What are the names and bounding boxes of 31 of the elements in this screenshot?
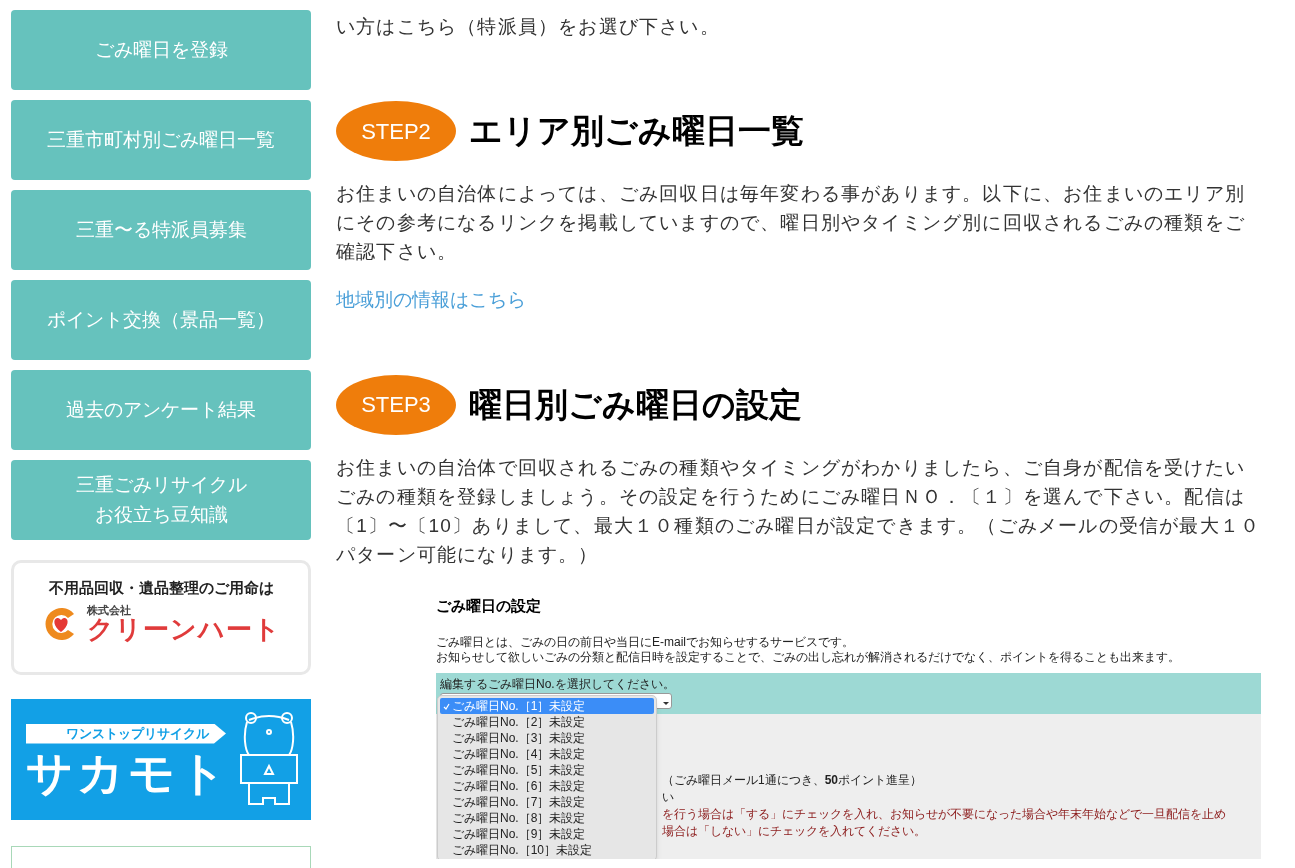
banner[interactable]: 不用品回収・遺品整理のご用命は 株式会社 クリーンハート	[11, 560, 311, 675]
form-text: を行う場合は「する」にチェックを入れ、お知らせが不要になった場合や年末年始などで一旦配信を止め	[662, 806, 1226, 823]
dropdown-option[interactable]: ごみ曜日No.［10］未設定	[440, 841, 654, 858]
step-badge: STEP2	[336, 101, 456, 161]
dropdown-option[interactable]: ごみ曜日No.［9］未設定	[440, 825, 654, 842]
dropdown-option[interactable]: ごみ曜日No.［7］未設定	[440, 793, 654, 810]
dropdown-option[interactable]: ごみ曜日No.［2］未設定	[440, 713, 654, 730]
select-label: 編集するごみ曜日No.を選択してください。	[440, 677, 675, 691]
section-heading: 曜日別ごみ曜日の設定	[469, 384, 802, 425]
dropdown-option[interactable]: ごみ曜日No.［3］未設定	[440, 729, 654, 746]
description-line: ごみ曜日とは、ごみの日の前日や当日にE-mailでお知らせするサービスです。	[436, 635, 854, 650]
paragraph: お住まいの自治体で回収されるごみの種類やタイミングがわかりましたら、ご自身が配信を受けたいごみの種類を登録しましょう。その設定を行うためにごみ曜日ＮＯ．〔１〕を選んで下さい。配信は〔1〕〜〔10〕ありまして、最大１０種類のごみ曜日が設定できます。（ごみメールの受信が最大１０パターン可能になります。）	[336, 455, 1261, 567]
description-line: お知らせして欲しいごみの分類と配信日時を設定することで、ごみの出し忘れが解消されるだけでなく、ポイントを得ることも出来ます。	[436, 650, 1180, 665]
banner-tagline: ワンストップリサイクル	[26, 723, 226, 744]
screenshot-title: ごみ曜日の設定	[436, 595, 542, 616]
company-type: 株式会社	[87, 605, 132, 616]
banner-caption: 不用品回収・遺品整理のご用命は	[48, 578, 274, 598]
form-text: い	[662, 789, 674, 806]
dropdown-option[interactable]: ごみ曜日No.［8］未設定	[440, 809, 654, 826]
section-heading: エリア別ごみ曜日一覧	[469, 111, 804, 152]
dropdown-option[interactable]: ごみ曜日No.［6］未設定	[440, 777, 654, 794]
form-text: 場合は「しない」にチェックを入れてください。	[662, 823, 926, 840]
dropdown-option[interactable]: ごみ曜日No.［5］未設定	[440, 761, 654, 778]
company-name: クリーンハート	[87, 616, 281, 642]
paragraph: い方はこちら（特派員）をお選び下さい。	[336, 15, 721, 39]
dropdown-option[interactable]: ごみ曜日No.［4］未設定	[440, 745, 654, 762]
paragraph: お住まいの自治体によっては、ごみ回収日は毎年変わる事があります。以下に、お住まいのエリア別にその参考になるリンクを掲載していますので、曜日別やタイミング別に回収されるごみの種類をご確認下さい。	[336, 182, 1246, 264]
banner-title: サカモト	[26, 749, 230, 796]
check-icon	[442, 702, 450, 710]
form-text: （ごみ曜日メール1通につき、50ポイント進呈）	[662, 772, 923, 789]
step-badge: STEP3	[336, 374, 456, 435]
